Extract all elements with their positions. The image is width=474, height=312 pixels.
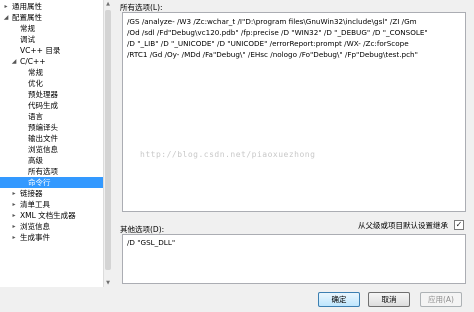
tree-item-label: 链接器	[20, 189, 43, 198]
tree-item-label: C/C++	[20, 57, 46, 66]
tree-item-label: 通用属性	[12, 2, 42, 11]
tree-item-label: 语言	[28, 112, 43, 121]
tree-item-label: 输出文件	[28, 134, 58, 143]
inherit-label: 从父级或项目默认设置继承	[358, 221, 448, 230]
tree-item[interactable]: ▸ XML 文档生成器	[0, 210, 110, 221]
tree-item-label: VC++ 目录	[20, 46, 61, 55]
ok-button[interactable]: 确定	[318, 292, 360, 307]
tree-item[interactable]: 所有选项	[0, 166, 110, 177]
tree-item[interactable]: 预编译头	[0, 122, 110, 133]
tree-item[interactable]: ▸ 生成事件	[0, 232, 110, 243]
expand-arrow-icon[interactable]: ▸	[10, 210, 18, 221]
tree-item-label: 代码生成	[28, 101, 58, 110]
tree-item-label: 常规	[28, 68, 43, 77]
collapse-arrow-icon[interactable]: ◢	[10, 56, 18, 67]
tree-item[interactable]: 高级	[0, 155, 110, 166]
tree-item-label: 优化	[28, 79, 43, 88]
tree-item[interactable]: VC++ 目录	[0, 45, 110, 56]
scroll-up-icon[interactable]: ▲	[104, 0, 112, 8]
tree-item-label: 常规	[20, 24, 35, 33]
command-line-text: /Od /sdl /Fd"Debug\vc120.pdb" /fp:precis…	[127, 28, 428, 37]
tree-item[interactable]: ▸ 链接器	[0, 188, 110, 199]
tree-item-label: 高级	[28, 156, 43, 165]
tree-item[interactable]: ▸ 浏览信息	[0, 221, 110, 232]
tree-item[interactable]: 输出文件	[0, 133, 110, 144]
apply-button[interactable]: 应用(A)	[420, 292, 462, 307]
tree-item[interactable]: 浏览信息	[0, 144, 110, 155]
tree-item[interactable]: 调试	[0, 34, 110, 45]
tree-item[interactable]: 语言	[0, 111, 110, 122]
expand-arrow-icon[interactable]: ▸	[10, 221, 18, 232]
command-line-text: /GS /analyze- /W3 /Zc:wchar_t /I"D:\prog…	[127, 17, 417, 26]
tree-item[interactable]: 常规	[0, 23, 110, 34]
property-tree[interactable]: ▸ 通用属性 ◢ 配置属性 常规 调试 VC++ 目录 ◢ C/C++ 常规 优化 预处理器 代码生成语…	[0, 0, 111, 287]
tree-item-label: 所有选项	[28, 167, 58, 176]
tree-item-label: 浏览信息	[20, 222, 50, 231]
other-options-value: /D "GSL_DLL"	[127, 238, 176, 247]
tree-item[interactable]: ▸ 清单工具	[0, 199, 110, 210]
tree-item-label: 清单工具	[20, 200, 50, 209]
inherit-checkbox[interactable]: ✓	[454, 220, 464, 230]
tree-item[interactable]: 常规	[0, 67, 110, 78]
cancel-button[interactable]: 取消	[368, 292, 410, 307]
tree-item[interactable]: 命令行	[0, 177, 103, 188]
all-options-textbox[interactable]: /GS /analyze- /W3 /Zc:wchar_t /I"D:\prog…	[122, 12, 466, 212]
expand-arrow-icon[interactable]: ▸	[10, 199, 18, 210]
tree-item-label: 生成事件	[20, 233, 50, 242]
command-line-text: /D "_LIB" /D "_UNICODE" /D "UNICODE" /er…	[127, 39, 409, 48]
tree-item[interactable]: ◢ 配置属性	[0, 12, 110, 23]
tree-item-label: 预编译头	[28, 123, 58, 132]
tree-scrollbar[interactable]: ▲ ▼	[103, 0, 111, 287]
tree-item-label: 配置属性	[12, 13, 42, 22]
command-line-text: /RTC1 /Gd /Oy- /MDd /Fa"Debug\" /EHsc /n…	[127, 50, 418, 59]
tree-item-label: 命令行	[28, 178, 51, 187]
expand-arrow-icon[interactable]: ▸	[10, 188, 18, 199]
watermark-text: http://blog.csdn.net/piaoxuezhong	[140, 150, 316, 159]
tree-item[interactable]: ▸ 通用属性	[0, 1, 110, 12]
tree-item-label: XML 文档生成器	[20, 211, 76, 220]
other-options-textbox[interactable]: /D "GSL_DLL"	[122, 234, 466, 284]
tree-item[interactable]: 预处理器	[0, 89, 110, 100]
tree-item[interactable]: 优化	[0, 78, 110, 89]
tree-item[interactable]: ◢ C/C++	[0, 56, 110, 67]
expand-arrow-icon[interactable]: ▸	[2, 1, 10, 12]
scroll-thumb[interactable]	[105, 10, 111, 270]
tree-item-label: 浏览信息	[28, 145, 58, 154]
expand-arrow-icon[interactable]: ▸	[10, 232, 18, 243]
tree-item[interactable]: 代码生成	[0, 100, 110, 111]
scroll-down-icon[interactable]: ▼	[104, 279, 112, 287]
collapse-arrow-icon[interactable]: ◢	[2, 12, 10, 23]
tree-item-label: 预处理器	[28, 90, 58, 99]
tree-item-label: 调试	[20, 35, 35, 44]
